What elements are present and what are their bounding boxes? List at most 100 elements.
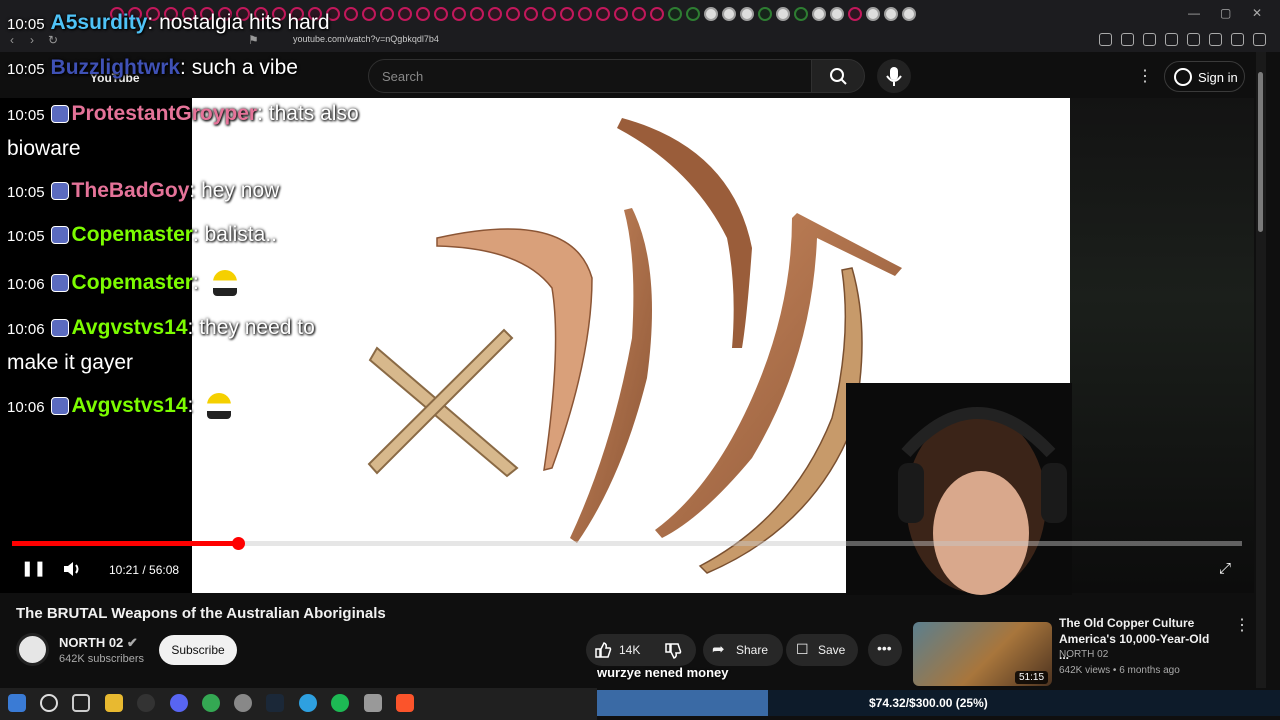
volume-icon[interactable] [62, 560, 82, 578]
chat-colon: : [147, 11, 160, 34]
save-label: Save [818, 643, 846, 657]
fullscreen-icon[interactable]: ⤢ [1219, 560, 1231, 577]
subscriber-count: 642K subscribers [59, 653, 144, 665]
extension-icon[interactable] [1209, 33, 1222, 46]
tab-favicon[interactable] [740, 7, 754, 21]
chat-username: Copemaster [71, 223, 193, 246]
recommended-channel[interactable]: NORTH 02 [1059, 649, 1108, 660]
tab-favicon[interactable] [452, 7, 466, 21]
tab-favicon[interactable] [542, 7, 556, 21]
user-badge-icon [50, 105, 69, 124]
tab-favicon[interactable] [884, 7, 898, 21]
settings-menu-icon[interactable]: ⋮ [1137, 66, 1153, 86]
chat-time: 10:05 [7, 184, 45, 201]
discord-icon[interactable] [170, 694, 188, 712]
tab-favicon[interactable] [560, 7, 574, 21]
emote-icon [212, 270, 237, 297]
donation-goal-label: wurzye nened money [597, 665, 729, 680]
page-scrollbar[interactable] [1256, 52, 1266, 688]
tab-favicon[interactable] [794, 7, 808, 21]
extension-icon[interactable] [1099, 33, 1112, 46]
tab-favicon[interactable] [902, 7, 916, 21]
save-icon: ☐ [796, 641, 809, 657]
channel-name[interactable]: NORTH 02 ✔ [59, 635, 138, 651]
extension-icon[interactable] [1165, 33, 1178, 46]
tab-favicon[interactable] [578, 7, 592, 21]
verified-icon: ✔ [126, 635, 138, 650]
chrome-icon[interactable] [202, 694, 220, 712]
save-button[interactable]: ☐ Save [786, 634, 858, 666]
chat-text: balista.. [204, 223, 277, 246]
progress-bar[interactable] [12, 537, 1242, 550]
brave-icon[interactable] [396, 694, 414, 712]
tab-favicon[interactable] [758, 7, 772, 21]
edge-icon[interactable] [299, 694, 317, 712]
subscribe-button[interactable]: Subscribe [159, 635, 237, 665]
share-button[interactable]: ➦ Share [703, 634, 783, 666]
recommended-menu-icon[interactable]: ⋮ [1234, 615, 1250, 635]
tab-favicon[interactable] [488, 7, 502, 21]
obs-icon[interactable] [137, 694, 155, 712]
tab-favicon[interactable] [596, 7, 610, 21]
chat-message: 10:05 Copemaster: balista.. [7, 218, 447, 253]
scrollbar-thumb[interactable] [1258, 72, 1263, 232]
tab-favicon[interactable] [848, 7, 862, 21]
close-window-icon[interactable]: ✕ [1252, 6, 1262, 20]
tab-favicon[interactable] [614, 7, 628, 21]
tab-favicon[interactable] [722, 7, 736, 21]
tab-favicon[interactable] [506, 7, 520, 21]
extension-icon[interactable] [1187, 33, 1200, 46]
pause-icon[interactable]: ❚❚ [21, 559, 46, 577]
chat-username: Copemaster [71, 271, 193, 294]
tab-favicon[interactable] [668, 7, 682, 21]
recommended-meta: 642K views • 6 months ago [1059, 665, 1180, 676]
tab-favicon[interactable] [632, 7, 646, 21]
like-count[interactable]: 14K [619, 643, 640, 657]
extension-icon[interactable] [1143, 33, 1156, 46]
chat-text: they need to [199, 316, 315, 339]
chat-text: hey now [201, 179, 280, 202]
chat-colon: : [192, 223, 205, 246]
search-icon [830, 68, 847, 85]
tab-favicon[interactable] [866, 7, 880, 21]
tab-favicon[interactable] [686, 7, 700, 21]
chat-text: such a vibe [191, 56, 298, 79]
search-taskbar-icon[interactable] [40, 694, 58, 712]
voice-search-button[interactable] [877, 59, 911, 93]
app-icon[interactable] [364, 694, 382, 712]
video-title: The BRUTAL Weapons of the Australian Abo… [16, 605, 386, 622]
screen: — ▢ ✕ ‹ › ↻ ⚑ youtube.com/watch?v=nQgbkq… [0, 0, 1280, 720]
spotify-icon[interactable] [331, 694, 349, 712]
file-explorer-icon[interactable] [105, 694, 123, 712]
account-icon [1174, 68, 1192, 86]
like-icon[interactable] [594, 641, 612, 659]
tab-favicon[interactable] [776, 7, 790, 21]
more-actions-button[interactable]: ••• [868, 634, 902, 666]
minimize-icon[interactable]: — [1188, 6, 1200, 20]
chat-colon: : [187, 394, 200, 417]
maximize-icon[interactable]: ▢ [1220, 6, 1231, 20]
tab-favicon[interactable] [812, 7, 826, 21]
tab-favicon[interactable] [830, 7, 844, 21]
search-button[interactable] [811, 59, 865, 93]
user-badge-icon [50, 397, 69, 416]
app-icon[interactable] [234, 694, 252, 712]
tab-favicon[interactable] [704, 7, 718, 21]
chat-colon: : [192, 271, 205, 294]
recommended-duration: 51:15 [1015, 671, 1049, 684]
dislike-icon[interactable] [664, 642, 682, 660]
tab-favicon[interactable] [524, 7, 538, 21]
steam-icon[interactable] [266, 694, 284, 712]
start-icon[interactable] [8, 694, 26, 712]
extension-icon[interactable] [1121, 33, 1134, 46]
extension-icon[interactable] [1231, 33, 1244, 46]
tab-favicon[interactable] [470, 7, 484, 21]
chat-message: 10:05 Buzzlightwrk: such a vibe [7, 51, 447, 86]
chat-text-continued: make it gayer [7, 351, 134, 374]
task-view-icon[interactable] [72, 694, 90, 712]
extension-icon[interactable] [1253, 33, 1266, 46]
user-badge-icon [50, 319, 69, 338]
channel-avatar[interactable] [16, 633, 49, 666]
tab-favicon[interactable] [650, 7, 664, 21]
sign-in-button[interactable]: Sign in [1164, 61, 1245, 92]
